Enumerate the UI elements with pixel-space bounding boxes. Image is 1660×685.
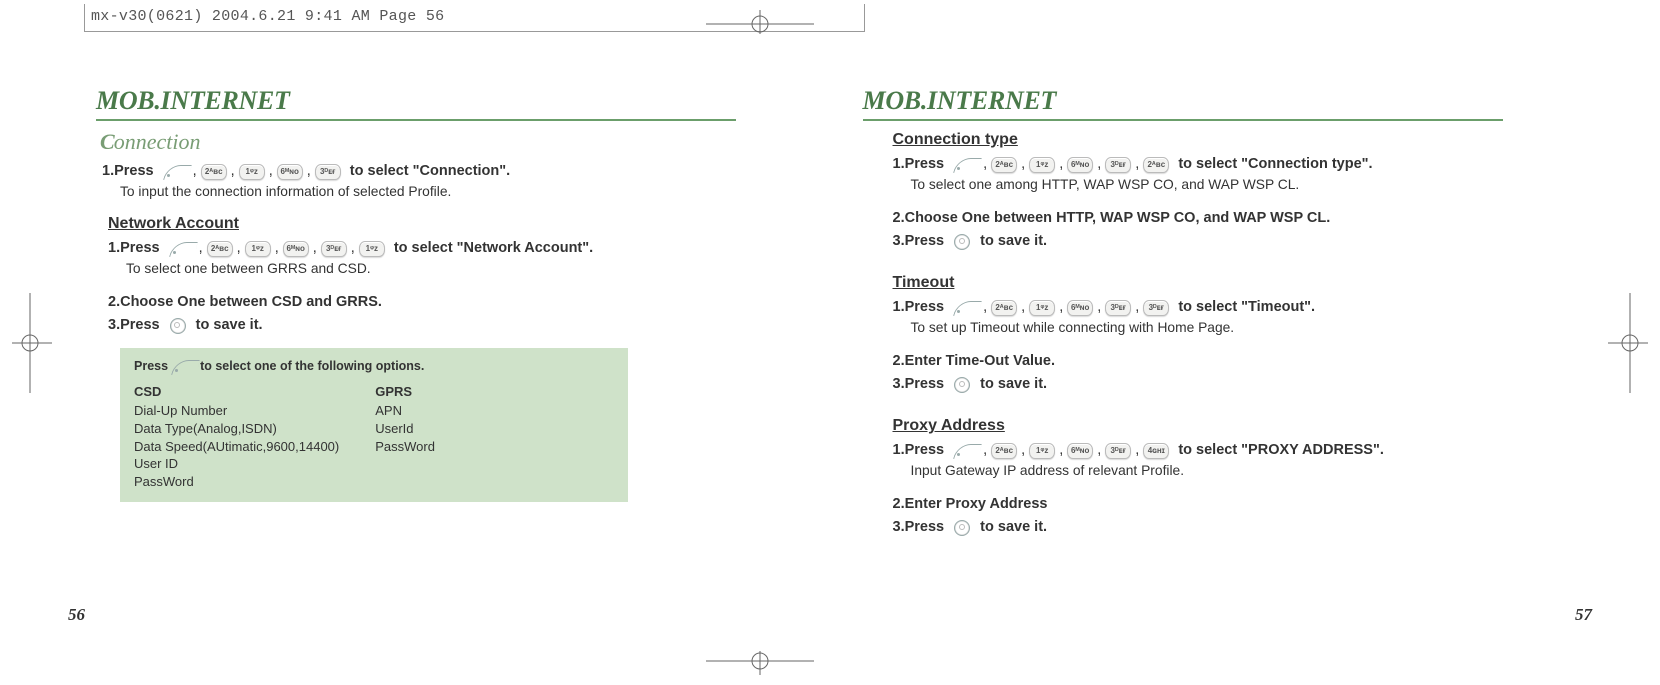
softkey-arc-icon	[953, 444, 979, 458]
connection-step-1-desc: To input the connection information of s…	[120, 184, 798, 199]
ok-button-icon	[954, 234, 970, 250]
keypad-button: 3ᴰᴇғ	[321, 241, 347, 257]
softkey-arc-icon	[171, 360, 197, 374]
connection-type-step-2: 2.Choose One between HTTP, WAP WSP CO, a…	[893, 208, 1565, 229]
keypad-button: 1ᵠᴢ	[239, 164, 265, 180]
page-number: 56	[68, 605, 85, 625]
connection-type-step-1-desc: To select one among HTTP, WAP WSP CO, an…	[911, 177, 1565, 192]
options-tip-box: Press to select one of the following opt…	[120, 348, 628, 502]
keypad-button: 3ᴰᴇғ	[1143, 300, 1169, 316]
ok-button-icon	[954, 520, 970, 536]
softkey-arc-icon	[953, 301, 979, 315]
connection-type-heading: Connection type	[893, 131, 1565, 149]
title-rule	[863, 119, 1503, 121]
keypad-button: 4ɢʜɪ	[1143, 443, 1169, 459]
keypad-button: 2ᴬʙᴄ	[991, 157, 1017, 173]
ok-button-icon	[170, 318, 186, 334]
section-connection: Connection	[100, 129, 798, 155]
timeout-heading: Timeout	[893, 274, 1565, 292]
softkey-arc-icon	[953, 158, 979, 172]
softkey-arc-icon	[163, 165, 189, 179]
connection-type-step-3: 3.Press to save it.	[893, 231, 1565, 252]
page-number: 57	[1575, 605, 1592, 625]
keypad-button: 6ᴹɴᴏ	[1067, 443, 1093, 459]
page-57: MOB.INTERNET Connection type 1.Press , 2…	[831, 60, 1597, 625]
keypad-button: 1ᵠᴢ	[245, 241, 271, 257]
keypad-button: 3ᴰᴇғ	[1105, 157, 1131, 173]
network-account-heading: Network Account	[108, 215, 798, 233]
keypad-button: 3ᴰᴇғ	[315, 164, 341, 180]
proxy-address-step-2: 2.Enter Proxy Address	[893, 494, 1565, 515]
page-56: MOB.INTERNET Connection 1.Press , 2ᴬʙᴄ, …	[64, 60, 831, 625]
keypad-button: 3ᴰᴇғ	[1105, 443, 1131, 459]
title-rule	[96, 119, 736, 121]
keypad-button: 1ᵠᴢ	[1029, 157, 1055, 173]
softkey-arc-icon	[169, 242, 195, 256]
timeout-step-2: 2.Enter Time-Out Value.	[893, 351, 1565, 372]
timeout-step-1-desc: To set up Timeout while connecting with …	[911, 320, 1565, 335]
page-spread: MOB.INTERNET Connection 1.Press , 2ᴬʙᴄ, …	[64, 60, 1596, 625]
keypad-button: 1ᵠᴢ	[359, 241, 385, 257]
chapter-title: MOB.INTERNET	[863, 86, 1565, 116]
keypad-button: 2ᴬʙᴄ	[991, 443, 1017, 459]
keypad-button: 6ᴹɴᴏ	[1067, 157, 1093, 173]
connection-step-1: 1.Press , 2ᴬʙᴄ, 1ᵠᴢ, 6ᴹɴᴏ, 3ᴰᴇғ to selec…	[102, 161, 798, 182]
network-account-step-3: 3.Press to save it.	[108, 315, 798, 336]
chapter-title: MOB.INTERNET	[96, 86, 798, 116]
keypad-button: 2ᴬʙᴄ	[207, 241, 233, 257]
keypad-button: 1ᵠᴢ	[1029, 443, 1055, 459]
keypad-button: 6ᴹɴᴏ	[1067, 300, 1093, 316]
keypad-button: 2ᴬʙᴄ	[1143, 157, 1169, 173]
crop-mark-right	[1608, 293, 1648, 393]
tip-box-heading: Press to select one of the following opt…	[134, 358, 614, 375]
keypad-button: 3ᴰᴇғ	[1105, 300, 1131, 316]
network-account-step-2: 2.Choose One between CSD and GRRS.	[108, 292, 798, 313]
keypad-button: 1ᵠᴢ	[1029, 300, 1055, 316]
proxy-address-heading: Proxy Address	[893, 417, 1565, 435]
proxy-address-step-3: 3.Press to save it.	[893, 517, 1565, 538]
keypad-button: 2ᴬʙᴄ	[201, 164, 227, 180]
connection-type-step-1: 1.Press , 2ᴬʙᴄ, 1ᵠᴢ, 6ᴹɴᴏ, 3ᴰᴇғ, 2ᴬʙᴄ to…	[893, 154, 1565, 175]
keypad-button: 2ᴬʙᴄ	[991, 300, 1017, 316]
network-account-step-1: 1.Press , 2ᴬʙᴄ, 1ᵠᴢ, 6ᴹɴᴏ, 3ᴰᴇғ, 1ᵠᴢ to …	[108, 238, 798, 259]
proxy-address-step-1: 1.Press , 2ᴬʙᴄ, 1ᵠᴢ, 6ᴹɴᴏ, 3ᴰᴇғ, 4ɢʜɪ to…	[893, 440, 1565, 461]
crop-mark-top	[706, 10, 814, 34]
crop-mark-left	[12, 293, 52, 393]
ok-button-icon	[954, 377, 970, 393]
keypad-button: 6ᴹɴᴏ	[277, 164, 303, 180]
keypad-button: 6ᴹɴᴏ	[283, 241, 309, 257]
tip-column-csd: CSD Dial-Up Number Data Type(Analog,ISDN…	[134, 383, 339, 490]
proxy-address-step-1-desc: Input Gateway IP address of relevant Pro…	[911, 463, 1565, 478]
crop-mark-bottom	[706, 651, 814, 675]
tip-column-gprs: GPRS APN UserId PassWord	[375, 383, 435, 490]
network-account-step-1-desc: To select one between GRRS and CSD.	[126, 261, 798, 276]
timeout-step-3: 3.Press to save it.	[893, 374, 1565, 395]
timeout-step-1: 1.Press , 2ᴬʙᴄ, 1ᵠᴢ, 6ᴹɴᴏ, 3ᴰᴇғ, 3ᴰᴇғ to…	[893, 297, 1565, 318]
